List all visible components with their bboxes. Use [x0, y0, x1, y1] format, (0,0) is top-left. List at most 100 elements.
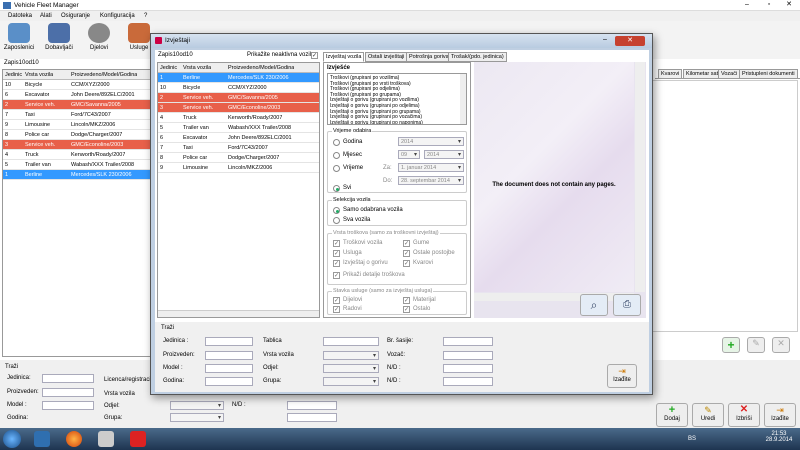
dialog-search-nd1[interactable] — [443, 364, 493, 373]
dialog-minimize-button[interactable]: – — [597, 36, 613, 46]
all-vehicles-radio[interactable] — [333, 217, 340, 224]
search-proizveden-input[interactable] — [42, 388, 94, 397]
table-row[interactable]: 8 Police car Dodge/Charger/2007 — [3, 130, 151, 140]
preview-hscrollbar[interactable] — [474, 293, 634, 301]
table-row[interactable]: 9 Limousine Lincoln/MKZ/2006 — [3, 120, 151, 130]
period-month-select[interactable]: 09 — [398, 150, 420, 159]
dialog-search-tablica[interactable] — [323, 337, 379, 346]
period-month-year-select[interactable]: 2014 — [424, 150, 464, 159]
dialog-exit-button[interactable]: ⇥ Izađite — [607, 364, 637, 388]
dialog-vehicle-grid[interactable]: Jedinic Vrsta vozila Proizvedeno/Model/G… — [157, 62, 320, 318]
tab-vozaci[interactable]: Vozači — [718, 69, 741, 79]
dialog-search-godina[interactable] — [205, 377, 253, 386]
parts-button[interactable]: Djelovi — [82, 23, 116, 57]
period-godina-radio[interactable] — [333, 139, 340, 146]
tab-kilometar-sat[interactable]: Kilometar sat — [683, 69, 722, 79]
start-button[interactable] — [3, 430, 21, 448]
report-list-item[interactable]: Izvještaji o gorivu (grupirani po naponi… — [330, 120, 423, 124]
dialog-search-sasija[interactable] — [443, 337, 493, 346]
table-row[interactable]: 5 Trailer van Wabash/XXX Trailer/2008 — [158, 123, 319, 133]
delete-item-button[interactable]: ✕ — [772, 337, 790, 353]
table-row[interactable]: 7 Taxi Ford/7C43/2007 — [3, 110, 151, 120]
table-row[interactable]: 2 Service veh. GMC/Savanna/2005 — [158, 93, 319, 103]
dialog-search-odjel[interactable] — [323, 364, 379, 373]
table-row[interactable]: 8 Police car Dodge/Charger/2007 — [158, 153, 319, 163]
dialog-search-model[interactable] — [205, 364, 253, 373]
preview-vscrollbar[interactable] — [635, 62, 645, 292]
edit-item-button[interactable]: ✎ — [747, 337, 765, 353]
period-mjesec-radio[interactable] — [333, 152, 340, 159]
tab-potrosnja-goriva[interactable]: Potrošnja goriva — [406, 52, 452, 62]
dialog-search-nd2[interactable] — [443, 377, 493, 386]
preview-button[interactable]: ⌕ — [580, 294, 608, 316]
table-row[interactable]: 2 Service veh. GMC/Savanna/2005 — [3, 100, 151, 110]
firefox-icon[interactable] — [66, 431, 82, 447]
add-item-button[interactable]: + — [722, 337, 740, 353]
explorer-icon[interactable] — [34, 431, 50, 447]
menu-datoteka[interactable]: Datoteka — [8, 13, 32, 19]
search-odjel-select[interactable] — [170, 401, 224, 410]
period-year-select[interactable]: 2014 — [398, 137, 464, 146]
period-vrijeme-radio[interactable] — [333, 165, 340, 172]
period-svi-radio[interactable] — [333, 185, 340, 192]
suppliers-button[interactable]: Dobavljači — [42, 23, 76, 57]
table-row[interactable]: 10 Bicycle CCM/XYZ/2000 — [3, 80, 151, 90]
cost-tires-checkbox[interactable]: ✓ — [403, 240, 410, 247]
menu-konfiguracija[interactable]: Konfiguracija — [100, 13, 135, 19]
minimize-button[interactable]: – — [736, 0, 758, 10]
menu-osiguranje[interactable]: Osiguranje — [61, 13, 90, 19]
table-row[interactable]: 5 Trailer van Wabash/XXX Trailer/2008 — [3, 160, 151, 170]
period-to-date[interactable]: 28. septembar 2014 — [398, 176, 464, 185]
dialog-search-vrsta[interactable] — [323, 351, 379, 360]
tab-dokumenti[interactable]: Pristupleni dokumenti — [739, 69, 798, 79]
language-indicator[interactable]: BS — [688, 436, 696, 442]
cost-service-checkbox[interactable]: ✓ — [333, 250, 340, 257]
cost-fuel-checkbox[interactable]: ✓ — [333, 260, 340, 267]
close-button[interactable]: ✕ — [778, 0, 800, 10]
izbrisi-button[interactable]: ✕ Izbriši — [728, 403, 760, 427]
dialog-search-jedinica[interactable] — [205, 337, 253, 346]
dialog-search-grupa[interactable] — [323, 377, 379, 386]
search-extra-input[interactable] — [287, 413, 337, 422]
tab-kvarovi[interactable]: Kvarovi — [658, 69, 683, 79]
search-nd-input[interactable] — [287, 401, 337, 410]
table-row[interactable]: 3 Service veh. GMC/Econoline/2003 — [158, 103, 319, 113]
service-labor-checkbox[interactable]: ✓ — [333, 306, 340, 313]
table-row[interactable]: 4 Truck Kenworth/Roady/2007 — [3, 150, 151, 160]
search-model-input[interactable] — [42, 401, 94, 410]
uredi-button[interactable]: ✎ Uredi — [692, 403, 724, 427]
maximize-button[interactable]: ▫ — [758, 0, 780, 10]
table-row[interactable]: 1 Berline Mercedes/SLK 230/2006 — [3, 170, 151, 180]
tab-izvjestaj-vozila[interactable]: Izvještaj vozila — [323, 52, 365, 62]
report-list-scrollbar[interactable] — [460, 74, 466, 124]
table-row[interactable]: 7 Taxi Ford/7C43/2007 — [158, 143, 319, 153]
report-type-list[interactable]: Troškovi (grupirani po vozilima) Troškovi… — [327, 73, 467, 125]
dialog-grid-hscrollbar[interactable] — [158, 310, 319, 317]
employees-button[interactable]: Zaposlenici — [2, 23, 36, 57]
search-jedinica-input[interactable] — [42, 374, 94, 383]
cost-details-checkbox[interactable]: ✓ — [333, 272, 340, 279]
fleet-manager-icon[interactable] — [130, 431, 146, 447]
service-material-checkbox[interactable]: ✓ — [403, 297, 410, 304]
selected-vehicles-radio[interactable] — [333, 207, 340, 214]
period-from-date[interactable]: 1. januar 2014 — [398, 163, 464, 172]
table-row[interactable]: 4 Truck Kenworth/Roady/2007 — [158, 113, 319, 123]
dodaj-button[interactable]: + Dodaj — [656, 403, 688, 427]
service-other-checkbox[interactable]: ✓ — [403, 306, 410, 313]
print-button[interactable]: ⎙ — [613, 294, 641, 316]
table-row[interactable]: 6 Excavator John Deere/892ELC/2001 — [158, 133, 319, 143]
cost-vehicle-checkbox[interactable]: ✓ — [333, 240, 340, 247]
table-row[interactable]: 1 Berline Mercedes/SLK 230/2006 — [158, 73, 319, 83]
media-icon[interactable] — [98, 431, 114, 447]
dialog-search-vozac[interactable] — [443, 351, 493, 360]
dialog-search-proizveden[interactable] — [205, 351, 253, 360]
izadite-button[interactable]: ⇥ Izađite — [764, 403, 796, 427]
table-row[interactable]: 6 Excavator John Deere/892ELC/2001 — [3, 90, 151, 100]
table-row[interactable]: 10 Bicycle CCM/XYZ/2000 — [158, 83, 319, 93]
tab-ostali-izvjestaji[interactable]: Ostali izvještaji — [365, 52, 408, 62]
search-grupa-select[interactable] — [170, 413, 224, 422]
show-inactive-checkbox[interactable]: ✓ — [311, 52, 318, 59]
table-row[interactable]: 3 Service veh. GMC/Econoline/2003 — [3, 140, 151, 150]
main-vehicle-grid[interactable]: Jedinic Vrsta vozila Proizvedeno/Model/G… — [2, 69, 152, 357]
tab-trosak[interactable]: Trošak/(pdo. jedinica) — [448, 52, 507, 62]
